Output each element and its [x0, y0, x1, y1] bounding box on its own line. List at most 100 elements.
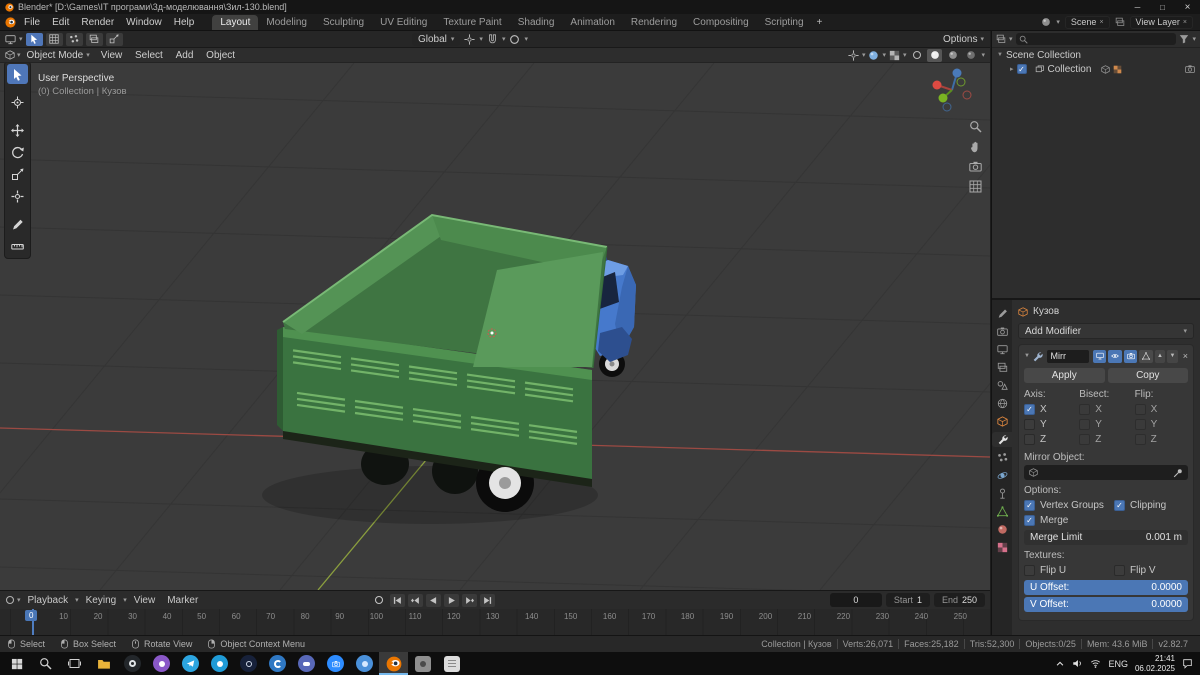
tab-physics[interactable]	[992, 468, 1012, 483]
tab-particles[interactable]	[992, 450, 1012, 465]
navigation-gizmo[interactable]	[930, 68, 974, 112]
axis-z-handle[interactable]	[952, 68, 962, 78]
skype-icon[interactable]	[205, 652, 234, 675]
current-frame-field[interactable]: 0	[829, 593, 882, 607]
move-tool[interactable]	[7, 120, 28, 140]
playhead-frame-badge[interactable]: 0	[25, 610, 38, 621]
tab-render[interactable]	[992, 324, 1012, 339]
shading-solid-button[interactable]	[927, 48, 943, 62]
eyedropper-icon[interactable]	[1173, 468, 1183, 478]
outliner-row-scene-collection[interactable]: ▼ Scene Collection	[992, 48, 1200, 62]
active-tool-button[interactable]	[25, 32, 43, 46]
gimp-icon[interactable]	[408, 652, 437, 675]
discord-icon[interactable]	[292, 652, 321, 675]
notification-center-icon[interactable]	[1182, 658, 1193, 669]
panel-expand-icon[interactable]: ▼	[1024, 353, 1030, 359]
start-button[interactable]	[2, 652, 31, 675]
menu-view[interactable]: View	[96, 50, 128, 61]
chevron-down-icon[interactable]: ▾	[862, 52, 866, 59]
shading-material-button[interactable]	[945, 49, 960, 62]
menu-file[interactable]: File	[18, 16, 46, 29]
scene-selector[interactable]: Scene ×	[1064, 15, 1110, 29]
blender-taskbar-icon[interactable]	[379, 652, 408, 675]
chevron-down-icon[interactable]: ▾	[17, 52, 21, 59]
view-layer-selector[interactable]: View Layer ×	[1129, 15, 1193, 29]
start-frame-field[interactable]: Start 1	[885, 593, 930, 607]
zoom-icon[interactable]	[969, 120, 982, 133]
jump-to-end-button[interactable]	[479, 593, 495, 607]
toggle-realtime-display[interactable]	[1108, 349, 1122, 363]
viewport-3d[interactable]: ▾ Object Mode ▾ View Select Add Object ▾…	[0, 48, 990, 590]
toggle-editmode-display[interactable]	[1093, 349, 1107, 363]
disclosure-triangle-icon[interactable]: ▸	[1010, 66, 1014, 73]
ortho-toggle-icon[interactable]	[969, 180, 982, 193]
menu-edit[interactable]: Edit	[46, 16, 75, 29]
proportional-editing-icon[interactable]	[509, 34, 520, 45]
close-icon[interactable]: ×	[1183, 19, 1187, 26]
play-button[interactable]	[443, 593, 459, 607]
tab-modifiers[interactable]	[992, 432, 1012, 447]
menu-playback[interactable]: Playback	[23, 595, 74, 606]
menu-object[interactable]: Object	[201, 50, 240, 61]
obs-icon[interactable]	[118, 652, 147, 675]
outliner-search-input[interactable]	[1015, 33, 1177, 45]
clipping-checkbox[interactable]: ✓	[1114, 500, 1125, 511]
remove-modifier-button[interactable]: ×	[1183, 351, 1188, 361]
tab-output[interactable]	[992, 342, 1012, 357]
end-frame-field[interactable]: End 250	[933, 593, 985, 607]
move-modifier-down-button[interactable]: ▼	[1167, 349, 1178, 363]
toggle-render-display[interactable]	[1123, 349, 1138, 363]
chevron-down-icon[interactable]: ▾	[903, 52, 907, 59]
tab-scripting[interactable]: Scripting	[757, 15, 812, 30]
flip-y-checkbox[interactable]	[1134, 419, 1146, 430]
prev-keyframe-button[interactable]	[407, 593, 423, 607]
bisect-y-checkbox[interactable]	[1079, 419, 1091, 430]
shading-rendered-button[interactable]	[963, 49, 978, 62]
v-offset-slider[interactable]: V Offset: 0.0000	[1024, 597, 1188, 612]
options-dropdown[interactable]: Options ▾	[943, 31, 984, 48]
notepad-icon[interactable]	[437, 652, 466, 675]
zoom-icon-app[interactable]	[321, 652, 350, 675]
xray-toggle-icon[interactable]	[889, 50, 900, 61]
shading-wireframe-button[interactable]	[909, 49, 924, 62]
axis-y-handle[interactable]	[938, 93, 948, 103]
scale-tool[interactable]	[7, 164, 28, 184]
next-keyframe-button[interactable]	[461, 593, 477, 607]
add-modifier-dropdown[interactable]: Add Modifier ▾	[1018, 323, 1194, 339]
filter-funnel-icon[interactable]	[1179, 34, 1189, 44]
blender-menu-icon[interactable]	[5, 16, 16, 28]
tool-option-button-1[interactable]	[45, 32, 63, 46]
mode-dropdown[interactable]: Object Mode ▾	[23, 49, 94, 62]
axis-x-checkbox[interactable]: ✓	[1024, 404, 1035, 415]
move-modifier-up-button[interactable]: ▲	[1154, 349, 1166, 363]
cursor-tool[interactable]	[7, 92, 28, 112]
copy-button[interactable]: Copy	[1107, 368, 1188, 383]
menu-window[interactable]: Window	[120, 16, 168, 29]
pan-hand-icon[interactable]	[969, 140, 982, 153]
snap-magnet-icon[interactable]	[487, 34, 498, 45]
chevron-down-icon[interactable]: ▾	[981, 52, 985, 59]
toggle-cage-display[interactable]	[1139, 349, 1153, 363]
view-layer-icon[interactable]	[1115, 17, 1125, 27]
jump-to-start-button[interactable]	[389, 593, 405, 607]
annotate-tool[interactable]	[7, 214, 28, 234]
modifier-name-field[interactable]: Mirr	[1046, 349, 1089, 363]
add-workspace-button[interactable]: +	[812, 15, 828, 30]
chevron-down-icon[interactable]: ▾	[479, 36, 483, 43]
auto-key-record-button[interactable]	[372, 594, 387, 607]
tab-shading[interactable]: Shading	[510, 15, 563, 30]
close-button[interactable]: ×	[1175, 0, 1200, 14]
tool-option-button-2[interactable]	[65, 32, 83, 46]
tab-rendering[interactable]: Rendering	[623, 15, 685, 30]
chevron-down-icon[interactable]: ▾	[1056, 19, 1060, 26]
menu-help[interactable]: Help	[168, 16, 201, 29]
bisect-z-checkbox[interactable]	[1079, 434, 1091, 445]
merge-limit-field[interactable]: Merge Limit 0.001 m	[1024, 530, 1188, 545]
tab-texture-paint[interactable]: Texture Paint	[435, 15, 509, 30]
tab-compositing[interactable]: Compositing	[685, 15, 757, 30]
disclosure-triangle-icon[interactable]: ▼	[997, 52, 1003, 58]
browser-icon[interactable]	[350, 652, 379, 675]
tab-object[interactable]	[992, 414, 1012, 429]
tab-uv-editing[interactable]: UV Editing	[372, 15, 435, 30]
taskbar-search-button[interactable]	[31, 652, 60, 675]
